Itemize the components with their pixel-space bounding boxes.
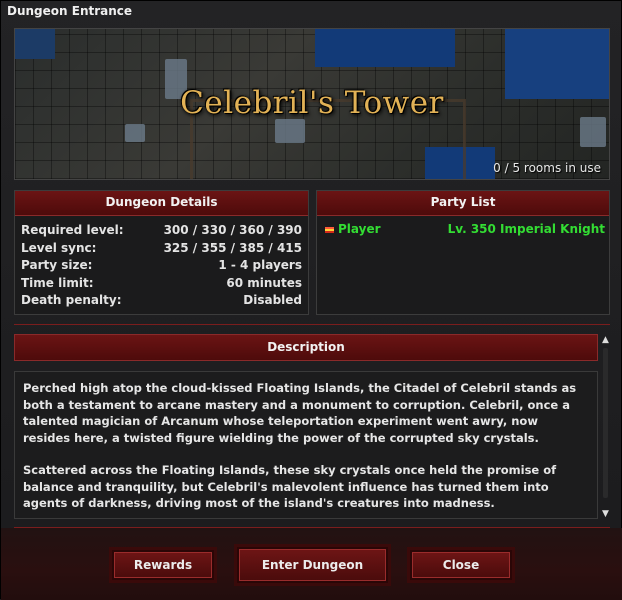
detail-row-required-level: Required level: 300 / 330 / 360 / 390	[21, 222, 302, 240]
detail-row-death-penalty: Death penalty: Disabled	[21, 292, 302, 310]
rewards-button[interactable]: Rewards	[112, 550, 214, 580]
detail-row-time-limit: Time limit: 60 minutes	[21, 275, 302, 293]
enter-dungeon-button[interactable]: Enter Dungeon	[237, 547, 388, 583]
detail-value: 60 minutes	[226, 275, 302, 290]
detail-value: Disabled	[243, 293, 302, 307]
detail-value: 300 / 330 / 360 / 390	[163, 223, 302, 237]
description-paragraph: Scattered across the Floating Islands, t…	[23, 463, 557, 510]
detail-label: Level sync:	[21, 240, 97, 255]
rooms-in-use: 0 / 5 rooms in use	[493, 161, 601, 175]
detail-label: Time limit:	[21, 275, 94, 290]
dungeon-name: Celebril's Tower	[180, 85, 444, 121]
flag-icon	[325, 226, 334, 233]
description-scrollbar[interactable]: ▲ ▼	[601, 334, 610, 520]
party-list-header: Party List	[317, 191, 609, 216]
window-title: Dungeon Entrance	[7, 4, 133, 18]
section-divider	[14, 324, 610, 325]
detail-label: Death penalty:	[21, 293, 122, 307]
description-paragraph: Perched high atop the cloud-kissed Float…	[23, 381, 577, 445]
banner-water	[15, 29, 55, 59]
close-button[interactable]: Close	[410, 550, 512, 580]
dungeon-banner: Celebril's Tower 0 / 5 rooms in use	[14, 28, 610, 180]
scroll-up-arrow-icon[interactable]: ▲	[601, 334, 610, 346]
banner-water	[315, 29, 455, 67]
banner-rock	[125, 124, 145, 142]
scroll-down-arrow-icon[interactable]: ▼	[601, 508, 610, 520]
detail-row-level-sync: Level sync: 325 / 355 / 385 / 415	[21, 240, 302, 258]
scroll-thumb[interactable]	[603, 348, 608, 498]
party-list-panel: Party List Player Lv. 350 Imperial Knigh…	[316, 190, 610, 315]
detail-label: Party size:	[21, 258, 93, 272]
detail-value: 325 / 355 / 385 / 415	[163, 240, 302, 255]
party-member-name: Player	[338, 222, 381, 236]
detail-value: 1 - 4 players	[218, 258, 302, 272]
banner-rock	[580, 117, 606, 147]
dungeon-details-header: Dungeon Details	[15, 191, 308, 216]
description-header: Description	[14, 334, 598, 361]
dungeon-details-panel: Dungeon Details Required level: 300 / 33…	[14, 190, 309, 315]
description-text[interactable]: Perched high atop the cloud-kissed Float…	[14, 371, 598, 519]
party-member-info: Lv. 350 Imperial Knight	[447, 222, 605, 236]
party-member-name-wrap: Player	[325, 222, 381, 236]
detail-row-party-size: Party size: 1 - 4 players	[21, 257, 302, 275]
party-member-row[interactable]: Player Lv. 350 Imperial Knight	[317, 216, 609, 236]
detail-label: Required level:	[21, 223, 124, 237]
dungeon-entrance-window: Dungeon Entrance Celebril's Tower 0 / 5 …	[0, 0, 622, 600]
